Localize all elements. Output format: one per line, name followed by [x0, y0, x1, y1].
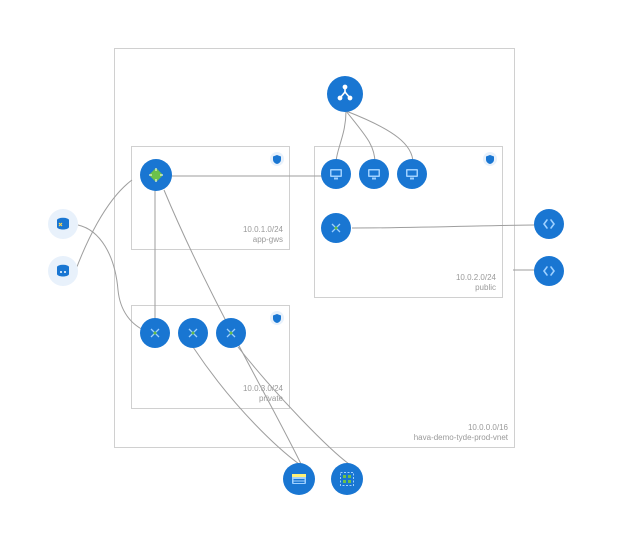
nsg-shield-badge-public — [483, 152, 497, 166]
vm-public-2-node[interactable] — [359, 159, 389, 189]
subnet-public-label: 10.0.2.0/24 public — [456, 273, 496, 293]
availability-set-node[interactable] — [331, 463, 363, 495]
vnet-label: 10.0.0.0/16 hava-demo-tyde-prod-vnet — [414, 423, 508, 443]
storage-node[interactable] — [283, 463, 315, 495]
application-gateway-node[interactable] — [140, 159, 172, 191]
nic-private-1-node[interactable] — [140, 318, 170, 348]
diagram-canvas: 10.0.0.0/16 hava-demo-tyde-prod-vnet 10.… — [0, 0, 620, 533]
ext-right-1-node[interactable] — [534, 209, 564, 239]
vm-public-1-node[interactable] — [321, 159, 351, 189]
database-1-node[interactable] — [48, 209, 78, 239]
load-balancer-node[interactable] — [327, 76, 363, 112]
nsg-shield-badge-private — [270, 311, 284, 325]
ext-right-2-node[interactable] — [534, 256, 564, 286]
subnet-private-label: 10.0.3.0/24 private — [243, 384, 283, 404]
subnet-app-gws-label: 10.0.1.0/24 app-gws — [243, 225, 283, 245]
nic-private-3-node[interactable] — [216, 318, 246, 348]
nic-public-node[interactable] — [321, 213, 351, 243]
vm-public-3-node[interactable] — [397, 159, 427, 189]
database-2-node[interactable] — [48, 256, 78, 286]
nsg-shield-badge-app-gws — [270, 152, 284, 166]
nic-private-2-node[interactable] — [178, 318, 208, 348]
